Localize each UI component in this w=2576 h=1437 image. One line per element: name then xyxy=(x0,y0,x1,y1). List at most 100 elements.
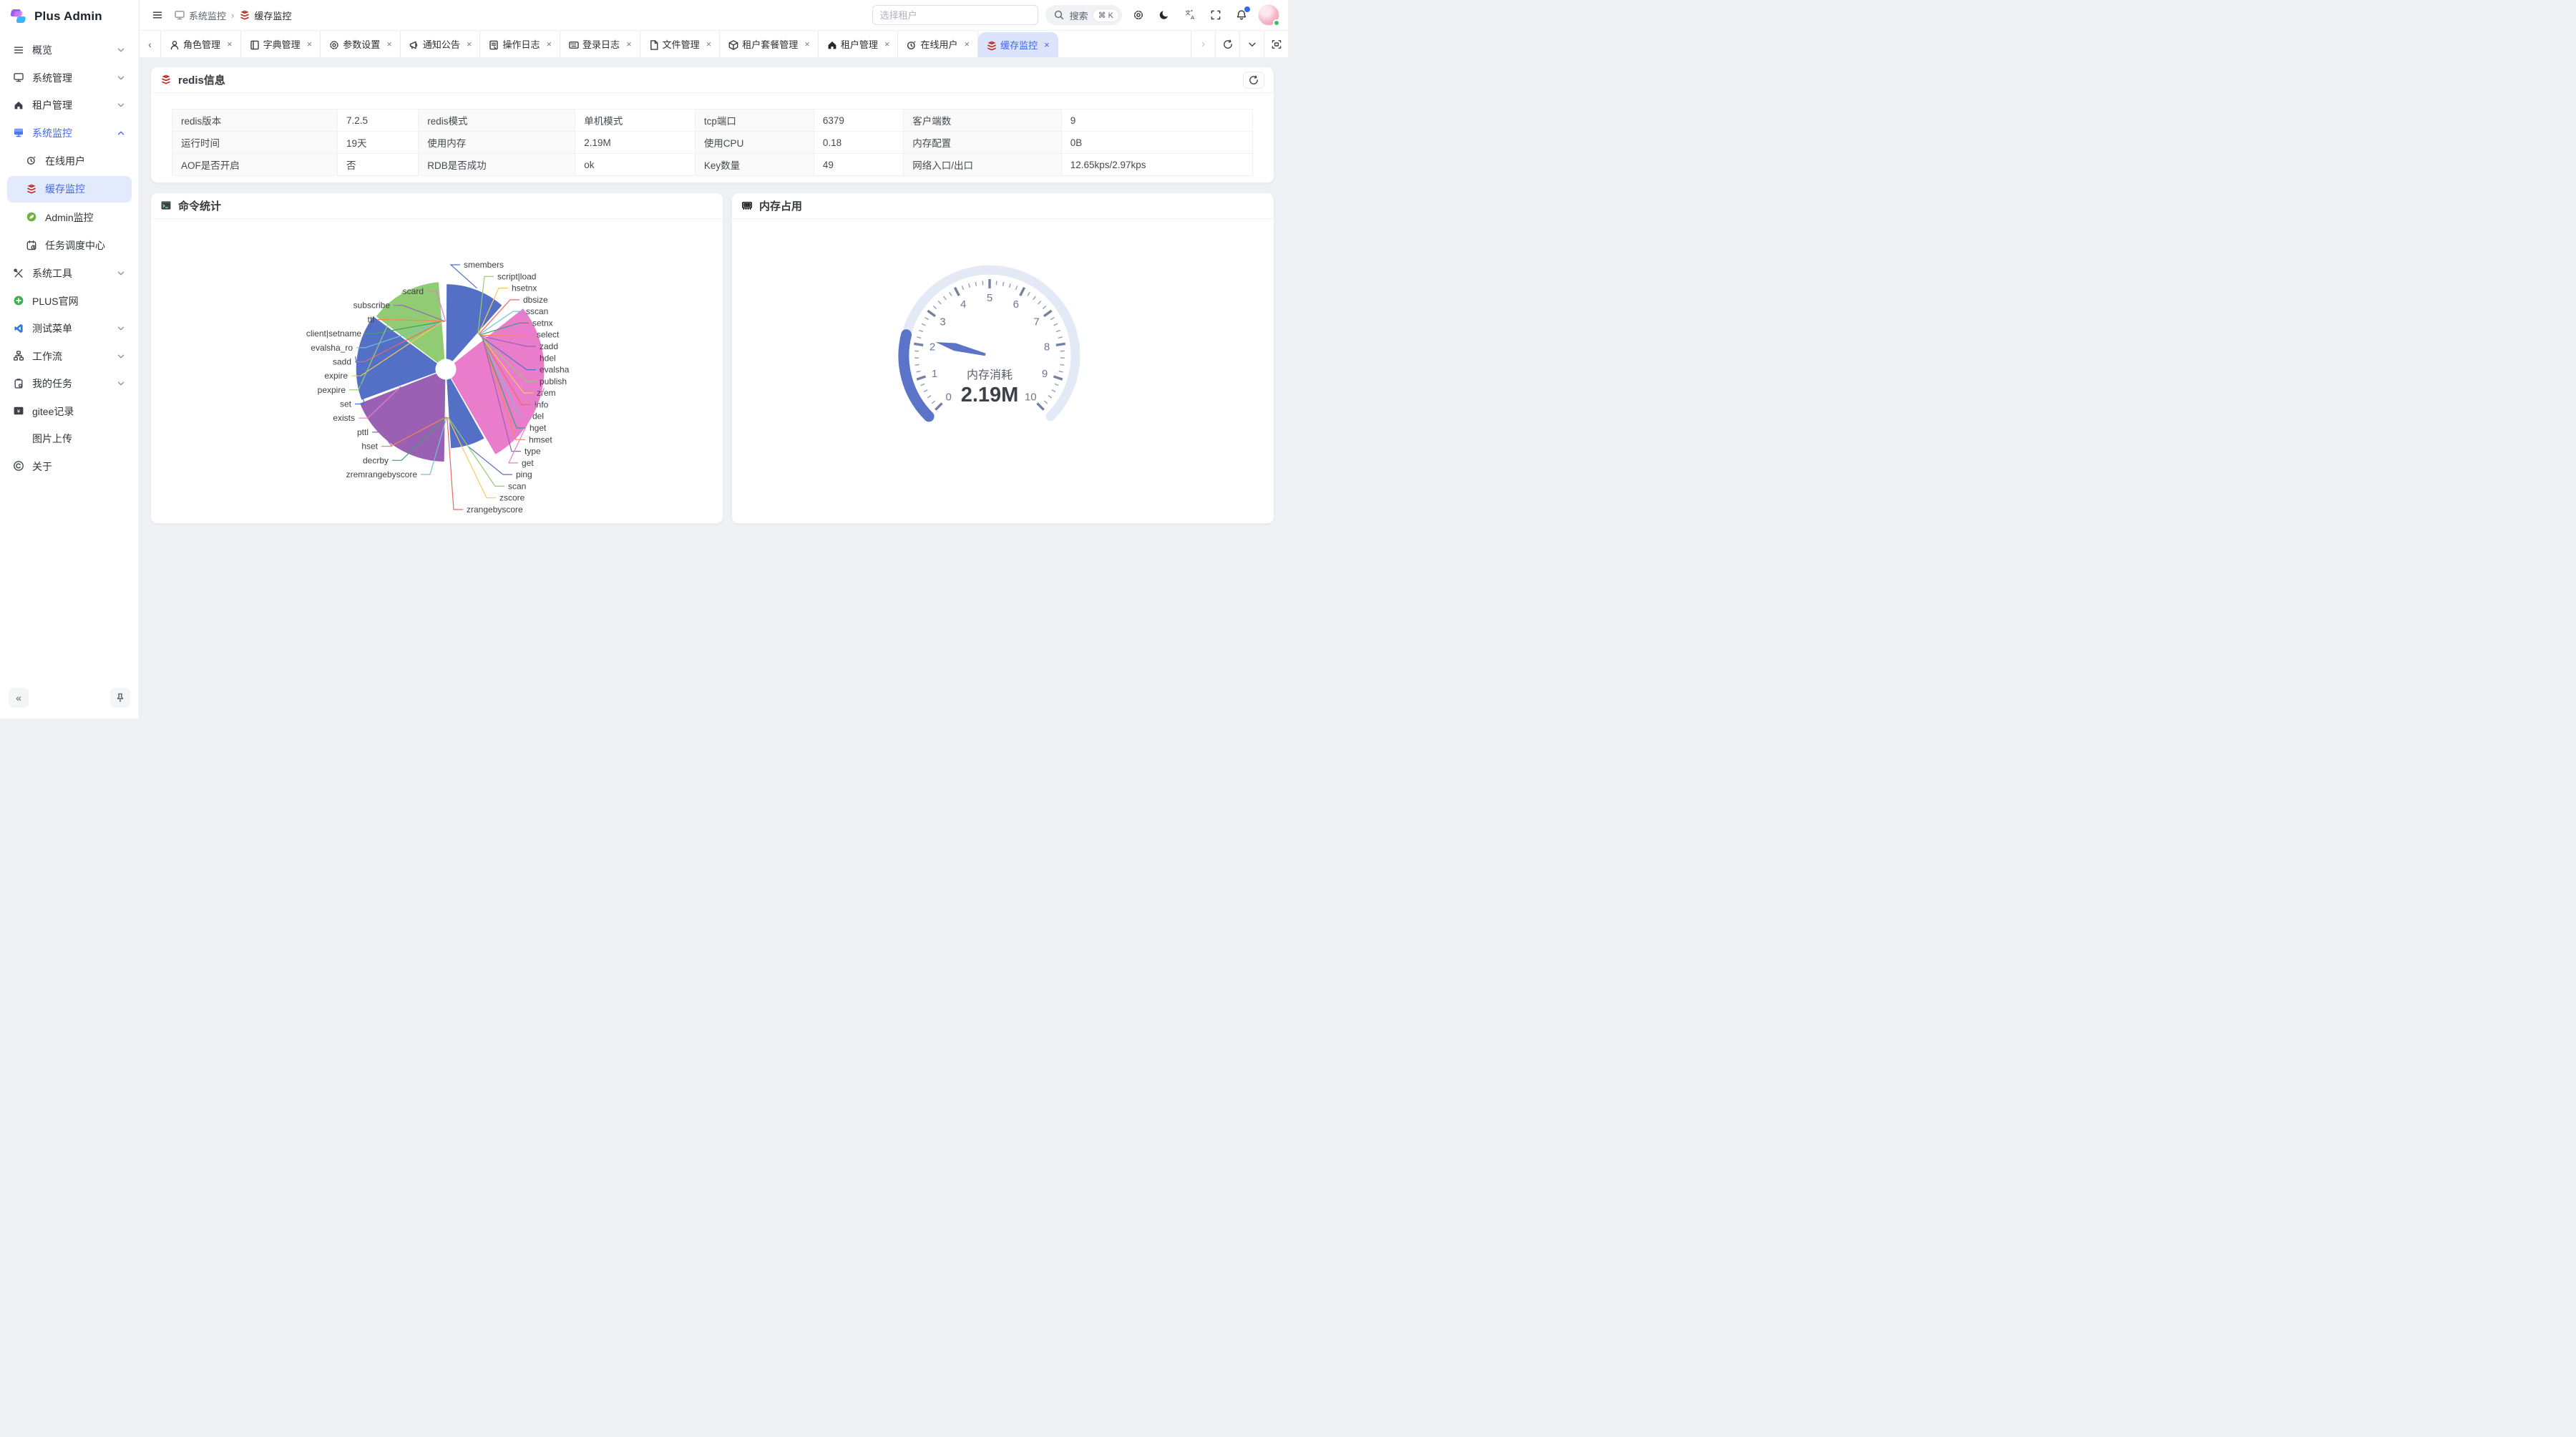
tab-label: 文件管理 xyxy=(663,37,700,51)
language-button[interactable]: 文A xyxy=(1181,6,1199,24)
gauge-minor-tick xyxy=(1059,371,1063,372)
pie-label-hsetnx: hsetnx xyxy=(512,283,537,293)
gear-icon xyxy=(328,39,338,49)
tab-7[interactable]: 租户套餐管理× xyxy=(720,31,819,57)
gauge-minor-tick xyxy=(982,281,983,286)
sidebar-item-4[interactable]: 系统工具 xyxy=(7,260,132,286)
sidebar-item-label: 系统管理 xyxy=(32,71,109,85)
pie-label-publish: publish xyxy=(540,376,567,386)
breadcrumb-item-cache-monitor[interactable]: 缓存监控 xyxy=(239,9,291,22)
close-icon[interactable]: × xyxy=(307,39,313,49)
gauge-minor-tick xyxy=(917,337,921,338)
close-icon[interactable]: × xyxy=(626,39,632,49)
gauge-minor-tick xyxy=(919,330,923,331)
close-icon[interactable]: × xyxy=(227,39,233,49)
sidebar-item-5[interactable]: PLUS官网 xyxy=(7,288,132,314)
sidebar-item-11[interactable]: 关于 xyxy=(7,454,132,479)
sidebar-item-10[interactable]: 图片上传 xyxy=(7,426,132,452)
gauge-minor-tick xyxy=(1038,301,1041,304)
notifications-button[interactable] xyxy=(1232,6,1251,24)
tab-3[interactable]: 通知公告× xyxy=(401,31,481,57)
gauge-minor-tick xyxy=(938,301,941,304)
close-icon[interactable]: × xyxy=(546,39,552,49)
sidebar-pin-button[interactable] xyxy=(110,688,130,708)
close-icon[interactable]: × xyxy=(884,39,890,49)
hamburger-button[interactable] xyxy=(148,6,167,24)
pie-label-sscan: sscan xyxy=(526,306,548,316)
app-logo-icon xyxy=(10,7,29,26)
fullscreen-button[interactable] xyxy=(1206,6,1225,24)
tab-10[interactable]: 缓存监控× xyxy=(978,32,1058,57)
tab-2[interactable]: 参数设置× xyxy=(321,31,401,57)
gauge-major-tick xyxy=(1044,311,1052,316)
redis-info-card: redis信息 redis版本7.2.5redis模式单机模式tcp端口6379… xyxy=(150,67,1274,183)
collapse-icon: « xyxy=(16,692,21,703)
tab-5[interactable]: 登录日志× xyxy=(560,31,640,57)
sidebar-item-label: 测试菜单 xyxy=(32,321,109,336)
tabbar-controls: › xyxy=(1191,31,1288,57)
gauge-tick-label: 10 xyxy=(1025,391,1037,403)
sidebar-subitem-0[interactable]: 在线用户 xyxy=(7,147,132,174)
sidebar-collapse-button[interactable]: « xyxy=(9,688,29,708)
sidebar-item-9[interactable]: ¥gitee记录 xyxy=(7,399,132,424)
breadcrumb: 系统监控 › 缓存监控 xyxy=(174,9,291,22)
close-icon[interactable]: × xyxy=(706,39,712,49)
tabs-refresh-button[interactable] xyxy=(1215,31,1239,57)
sidebar-subitem-1[interactable]: 缓存监控 xyxy=(7,176,132,203)
info-value: 9 xyxy=(1061,109,1252,132)
gauge-major-tick xyxy=(1038,404,1044,410)
gauge-minor-tick xyxy=(1054,323,1058,326)
sidebar-subitem-3[interactable]: 任务调度中心 xyxy=(7,233,132,259)
tab-9[interactable]: 在线用户× xyxy=(898,31,978,57)
gauge-minor-tick xyxy=(1015,286,1017,290)
close-icon[interactable]: × xyxy=(467,39,472,49)
maximize-icon xyxy=(1271,39,1282,50)
sidebar-item-8[interactable]: 我的任务 xyxy=(7,371,132,396)
redis-refresh-button[interactable] xyxy=(1243,72,1264,89)
pie-label-scard: scard xyxy=(403,286,424,296)
theme-toggle-button[interactable] xyxy=(1155,6,1174,24)
tab-4[interactable]: 操作日志× xyxy=(480,31,560,57)
tab-0[interactable]: 角色管理× xyxy=(161,31,241,57)
close-icon[interactable]: × xyxy=(965,39,970,49)
close-icon[interactable]: × xyxy=(386,39,392,49)
chevron-down-icon xyxy=(116,323,126,333)
sidebar-item-3[interactable]: 系统监控 xyxy=(7,120,132,146)
tab-6[interactable]: 文件管理 × xyxy=(640,31,721,57)
gauge-minor-tick xyxy=(969,283,970,288)
content-fullscreen-button[interactable] xyxy=(1264,31,1288,57)
sidebar-item-0[interactable]: 概览 xyxy=(7,37,132,63)
notification-badge xyxy=(1244,6,1250,12)
avatar[interactable] xyxy=(1258,4,1279,26)
home-icon xyxy=(13,99,25,112)
global-search-button[interactable]: 搜索 ⌘ K xyxy=(1045,5,1122,25)
sidebar-subitem-2[interactable]: Admin监控 xyxy=(7,204,132,230)
tabs-scroll-left-button[interactable]: ‹ xyxy=(140,31,161,57)
sidebar-item-label: 图片上传 xyxy=(32,432,126,446)
flow-icon xyxy=(13,350,25,362)
tabs-menu-button[interactable] xyxy=(1239,31,1264,57)
sidebar-item-6[interactable]: 测试菜单 xyxy=(7,316,132,341)
sidebar-item-7[interactable]: 工作流 xyxy=(7,344,132,369)
gauge-minor-tick xyxy=(932,401,935,404)
chevron-up-icon xyxy=(116,128,126,138)
info-value: 12.65kps/2.97kps xyxy=(1061,154,1252,176)
pie-leader-line xyxy=(469,447,512,474)
gauge-minor-tick xyxy=(922,323,925,326)
breadcrumb-item-system-monitor[interactable]: 系统监控 xyxy=(174,9,226,22)
tab-1[interactable]: 字典管理× xyxy=(241,31,321,57)
close-icon[interactable]: × xyxy=(804,39,810,49)
tabs-scroll-right-button[interactable]: › xyxy=(1191,31,1215,57)
pie-label-type: type xyxy=(525,447,541,457)
settings-button[interactable] xyxy=(1129,6,1148,24)
pie-label-setnx: setnx xyxy=(532,318,553,328)
sidebar-item-2[interactable]: 租户管理 xyxy=(7,92,132,118)
info-value: 单机模式 xyxy=(575,109,696,132)
close-icon[interactable]: × xyxy=(1044,39,1050,50)
sidebar-item-label: gitee记录 xyxy=(32,404,126,419)
sidebar-item-label: 租户管理 xyxy=(32,98,109,112)
pie-slice-scard[interactable] xyxy=(445,323,446,359)
sidebar-item-1[interactable]: 系统管理 xyxy=(7,65,132,91)
tab-8[interactable]: 租户管理× xyxy=(819,31,899,57)
tenant-select-input[interactable] xyxy=(872,5,1038,25)
